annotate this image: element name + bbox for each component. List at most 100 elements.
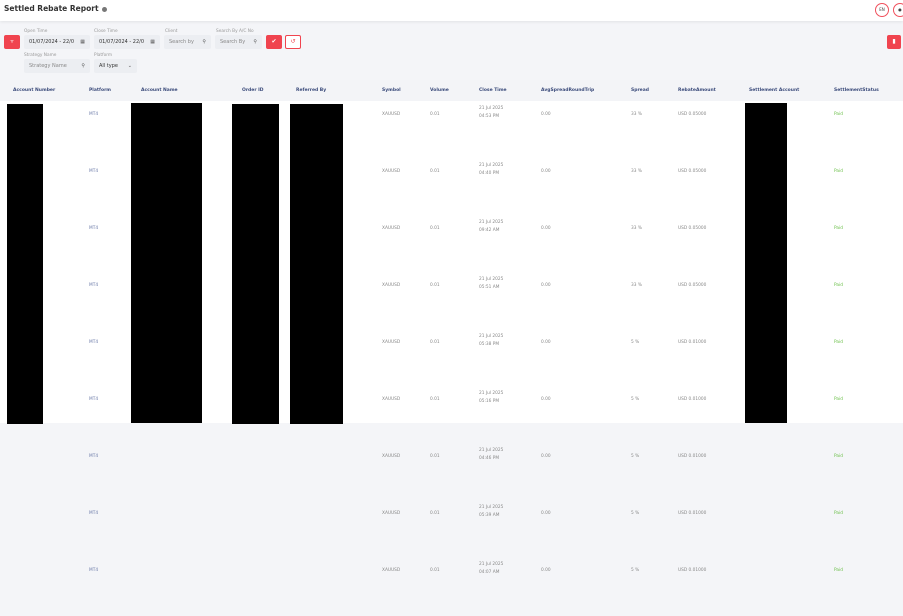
export-pdf-button[interactable]: ▮: [887, 35, 901, 49]
cell-volume: 0.01: [430, 340, 440, 345]
open-time-value: 01/07/2024 - 22/0: [29, 39, 75, 45]
reset-icon: ↺: [290, 38, 296, 45]
col-settlement-account[interactable]: Settlement Account: [749, 88, 799, 93]
ac-no-label: Search By A/C No: [216, 29, 254, 34]
cell-volume: 0.01: [430, 511, 440, 516]
cell-close-time: 09:42 AM: [479, 228, 500, 233]
client-search-input[interactable]: Search by ⚲: [164, 35, 211, 49]
ac-no-search-input[interactable]: Search By ⚲: [215, 35, 262, 49]
document-icon: ▮: [892, 38, 896, 45]
cell-avg-spread: 0.00: [541, 454, 551, 459]
col-account-number[interactable]: Account Number: [13, 88, 55, 93]
cell-settlement-status: Paid: [834, 454, 843, 459]
col-platform[interactable]: Platform: [89, 88, 111, 93]
cell-platform: MT4: [89, 283, 99, 288]
cell-rebate-amount: USD 0.05000: [678, 169, 707, 174]
cell-avg-spread: 0.00: [541, 283, 551, 288]
cell-close-time: 05:51 AM: [479, 285, 500, 290]
cell-volume: 0.01: [430, 568, 440, 573]
platform-value: All type: [99, 63, 118, 69]
cell-close-date: 21 Jul 2025: [479, 277, 504, 282]
col-rebate-amount[interactable]: RebateAmount: [678, 88, 716, 93]
cell-spread: 33 %: [631, 283, 642, 288]
apply-button[interactable]: ✔: [266, 35, 282, 49]
cell-platform: MT4: [89, 568, 99, 573]
table-row: MT4 XAUUSD 0.01 21 Jul 2025 04:07 AM 0.00 5 % U…: [0, 559, 903, 616]
cell-platform: MT4: [89, 511, 99, 516]
cell-rebate-amount: USD 0.01000: [678, 568, 707, 573]
platform-label: Platform: [94, 53, 113, 58]
col-settlement-status[interactable]: SettlementStatus: [834, 88, 879, 93]
top-bar: Settled Rebate Report EN ●: [0, 0, 903, 21]
cell-avg-spread: 0.00: [541, 568, 551, 573]
cell-avg-spread: 0.00: [541, 397, 551, 402]
col-symbol[interactable]: Symbol: [382, 88, 401, 93]
cell-symbol: XAUUSD: [382, 226, 401, 231]
open-time-label: Open Time: [24, 29, 48, 34]
cell-spread: 5 %: [631, 454, 640, 459]
col-order-id[interactable]: Order ID: [242, 88, 264, 93]
cell-settlement-status: Paid: [834, 112, 843, 117]
cell-rebate-amount: USD 0.05000: [678, 226, 707, 231]
search-icon: ⚲: [253, 39, 257, 45]
strategy-label: Strategy Name: [24, 53, 57, 58]
cell-close-time: 05:39 AM: [479, 513, 500, 518]
redacted-account-name: [131, 103, 202, 423]
cell-close-time: 04:53 PM: [479, 114, 500, 119]
chevron-down-icon: ⌄: [127, 63, 132, 69]
filter-button[interactable]: ▿: [4, 35, 20, 49]
client-placeholder: Search by: [169, 39, 194, 45]
col-avg-spread[interactable]: AvgSpreadRoundTrip: [541, 88, 594, 93]
cell-symbol: XAUUSD: [382, 283, 401, 288]
redacted-account-number: [7, 104, 43, 424]
close-time-value: 01/07/2024 - 22/0: [99, 39, 145, 45]
cell-settlement-status: Paid: [834, 283, 843, 288]
cell-spread: 33 %: [631, 112, 642, 117]
table-row: MT4 XAUUSD 0.01 21 Jul 2025 05:39 AM 0.00 5 % U…: [0, 502, 903, 559]
cell-spread: 5 %: [631, 397, 640, 402]
col-spread[interactable]: Spread: [631, 88, 649, 93]
table-header: Account Number Platform Account Name Ord…: [0, 80, 903, 101]
cell-settlement-status: Paid: [834, 169, 843, 174]
cell-spread: 33 %: [631, 226, 642, 231]
cell-platform: MT4: [89, 169, 99, 174]
cell-spread: 5 %: [631, 511, 640, 516]
close-time-label: Close Time: [94, 29, 118, 34]
cell-settlement-status: Paid: [834, 511, 843, 516]
cell-close-time: 04:07 AM: [479, 570, 500, 575]
cell-symbol: XAUUSD: [382, 397, 401, 402]
client-label: Client: [165, 29, 178, 34]
cell-spread: 33 %: [631, 169, 642, 174]
cell-close-date: 21 Jul 2025: [479, 220, 504, 225]
cell-platform: MT4: [89, 397, 99, 402]
close-time-input[interactable]: 01/07/2024 - 22/0 ▦: [94, 35, 160, 49]
strategy-search-input[interactable]: Strategy Name ⚲: [24, 59, 90, 73]
filter-icon: ▿: [10, 38, 14, 45]
col-account-name[interactable]: Account Name: [141, 88, 178, 93]
cell-platform: MT4: [89, 112, 99, 117]
platform-select[interactable]: All type ⌄: [94, 59, 137, 73]
cell-close-date: 21 Jul 2025: [479, 334, 504, 339]
cell-platform: MT4: [89, 340, 99, 345]
language-button[interactable]: EN: [875, 3, 889, 17]
cell-rebate-amount: USD 0.01000: [678, 454, 707, 459]
user-icon[interactable]: ●: [893, 3, 903, 17]
calendar-icon: ▦: [150, 39, 155, 45]
cell-symbol: XAUUSD: [382, 568, 401, 573]
cell-rebate-amount: USD 0.05000: [678, 112, 707, 117]
open-time-input[interactable]: 01/07/2024 - 22/0 ▦: [24, 35, 90, 49]
cell-volume: 0.01: [430, 283, 440, 288]
info-icon[interactable]: [101, 6, 107, 12]
cell-settlement-status: Paid: [834, 568, 843, 573]
check-icon: ✔: [271, 38, 277, 45]
reset-button[interactable]: ↺: [285, 35, 301, 49]
cell-spread: 5 %: [631, 340, 640, 345]
col-volume[interactable]: Volume: [430, 88, 449, 93]
col-referred-by[interactable]: Referred By: [296, 88, 326, 93]
cell-settlement-status: Paid: [834, 226, 843, 231]
col-close-time[interactable]: Close Time: [479, 88, 507, 93]
cell-symbol: XAUUSD: [382, 511, 401, 516]
cell-close-date: 21 Jul 2025: [479, 562, 504, 567]
calendar-icon: ▦: [80, 39, 85, 45]
cell-close-date: 21 Jul 2025: [479, 391, 504, 396]
